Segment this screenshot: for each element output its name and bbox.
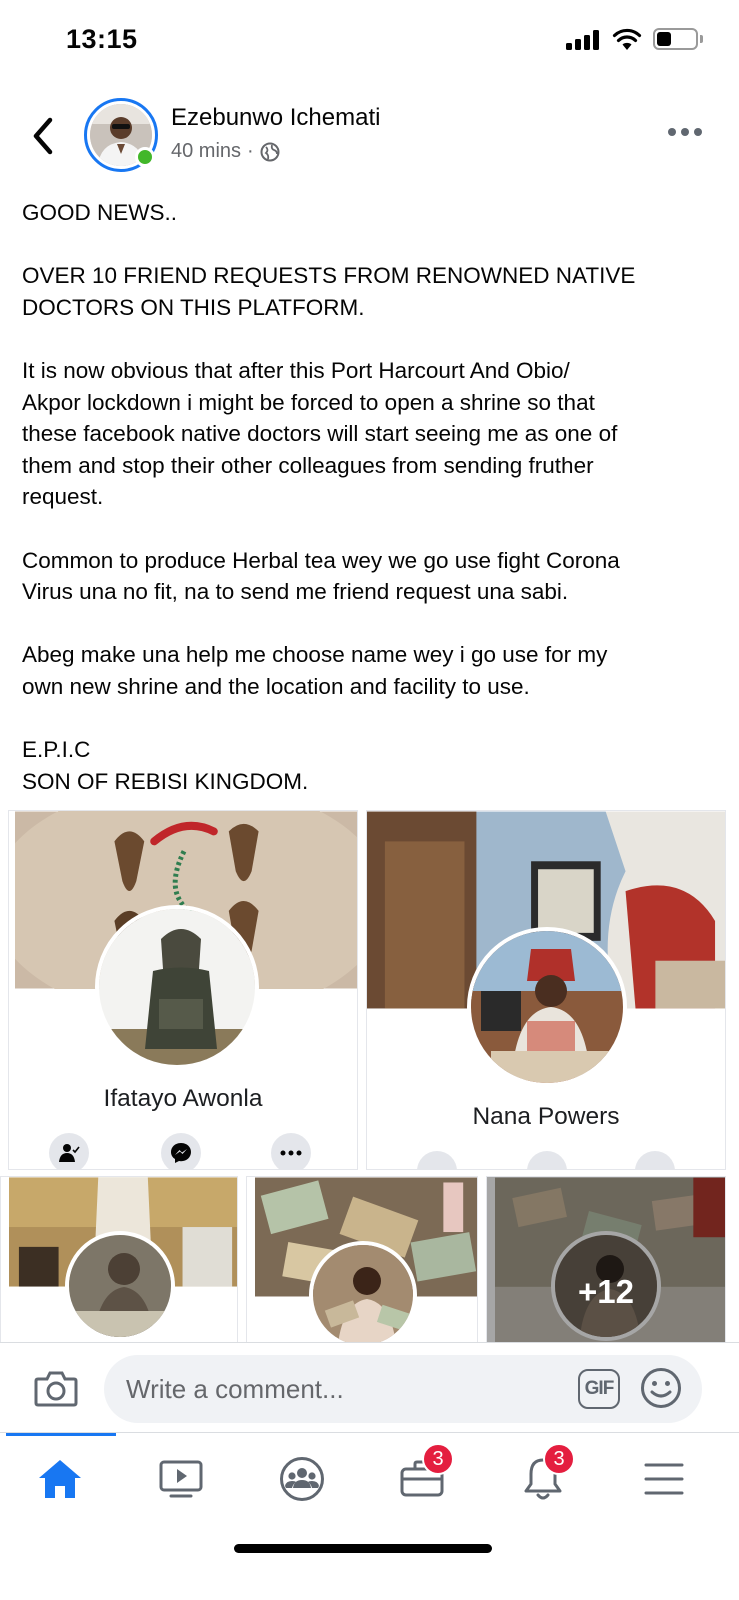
card-more-button[interactable] [271,1133,311,1169]
photo-card-ifatayo[interactable]: Ifatayo Awonla [8,810,358,1170]
status-bar: 13:15 [0,0,739,80]
profile-photo [309,1241,417,1349]
profile-photo [65,1231,175,1341]
post-text: GOOD NEWS.. OVER 10 FRIEND REQUESTS FROM… [22,197,722,829]
tab-notifications[interactable]: 3 [513,1443,575,1507]
post-time[interactable]: 40 mins [171,140,241,163]
post-paragraph: It is now obvious that after this Port H… [22,357,618,510]
status-time: 13:15 [66,24,138,54]
profile-photo [95,905,259,1069]
card-more-button[interactable] [635,1151,675,1169]
notifications-badge: 3 [543,1443,575,1475]
active-tab-indicator [6,1433,116,1436]
photo-card-small[interactable] [0,1176,238,1350]
emoji-button[interactable] [640,1367,682,1409]
post-paragraph: GOOD NEWS.. [22,200,178,225]
camera-button[interactable] [34,1369,78,1407]
groups-icon [280,1457,324,1501]
globe-icon [260,142,280,161]
post-paragraph: Abeg make una help me choose name wey i … [22,642,608,699]
battery-icon [653,28,698,50]
tab-groups[interactable] [272,1451,332,1507]
profile-photo [467,927,627,1087]
cellular-signal-icon [566,30,602,50]
more-photos-overlay [487,1177,725,1349]
person-check-icon [59,1144,80,1162]
dot-icon [694,128,702,136]
battery-tip [700,35,703,43]
photo-card-nana[interactable]: Nana Powers [366,810,726,1170]
more-photos-count: +12 [578,1273,634,1310]
post-paragraph: E.P.I.C SON OF REBISI KINGDOM. [22,737,309,794]
shrine-photo-icon [69,1235,171,1337]
card-name: Ifatayo Awonla [103,1085,263,1112]
watch-video-icon [159,1460,203,1498]
dot-icon [668,128,676,136]
home-indicator [234,1544,492,1553]
post-paragraph: Common to produce Herbal tea wey we go u… [22,547,620,605]
ellipsis-icon [280,1150,302,1156]
card-name: Nana Powers [472,1103,620,1130]
tab-watch[interactable] [151,1451,211,1507]
tab-marketplace[interactable]: 3 [392,1443,454,1507]
message-button[interactable] [161,1133,201,1169]
wifi-icon [612,28,642,50]
dot-icon [681,128,689,136]
online-status-dot [135,147,155,167]
post-meta: 40 mins · [171,140,280,163]
more-options-button[interactable] [668,123,702,141]
tab-bar: 3 3 [0,1432,739,1600]
photo-card-small[interactable] [246,1176,478,1350]
carved-statue-photo-icon [99,909,255,1065]
comment-bar: GIF [0,1342,739,1432]
post-paragraph: OVER 10 FRIEND REQUESTS FROM RENOWNED NA… [22,263,636,320]
friend-status-button[interactable] [49,1133,89,1169]
back-button[interactable] [26,114,60,158]
home-icon [39,1460,81,1498]
message-button[interactable] [527,1151,567,1169]
author-name[interactable]: Ezebunwo Ichemati [171,104,380,132]
meta-separator: · [247,140,254,162]
money-photo-icon [313,1245,413,1345]
more-photos-card[interactable]: +12 [486,1176,726,1350]
photo-grid: Ifatayo Awonla Nana Powers +12 [0,810,739,1350]
friend-status-button[interactable] [417,1151,457,1169]
marketplace-badge: 3 [422,1443,454,1475]
native-doctor-photo-icon [471,931,623,1083]
hamburger-menu-icon [644,1463,684,1495]
tab-home[interactable] [30,1451,90,1507]
messenger-icon [171,1143,191,1163]
gif-button[interactable]: GIF [578,1369,620,1409]
tab-menu[interactable] [634,1451,694,1507]
